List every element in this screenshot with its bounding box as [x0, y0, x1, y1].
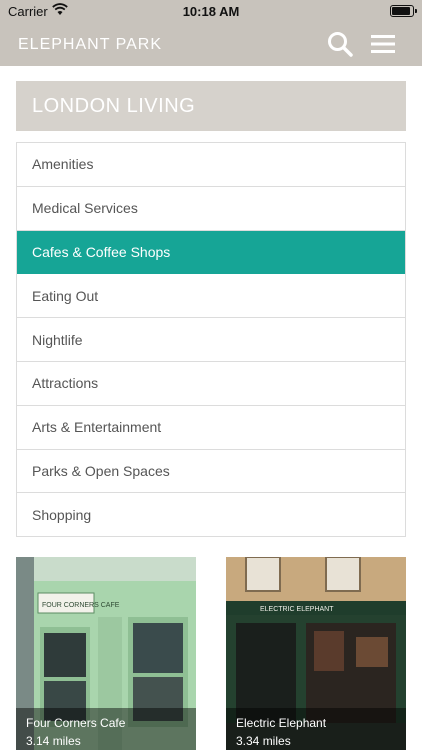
category-eating-out[interactable]: Eating Out: [17, 274, 405, 319]
hamburger-menu-icon: [371, 35, 395, 53]
place-card[interactable]: ELECTRIC ELEPHANT Electric Elephant 3.34…: [226, 557, 406, 750]
place-caption: Four Corners Cafe 3.14 miles: [16, 708, 196, 750]
cafe-sign-text: FOUR CORNERS CAFE: [42, 602, 120, 609]
place-distance: 3.14 miles: [26, 734, 81, 748]
search-button[interactable]: [326, 30, 354, 58]
status-bar: Carrier 10:18 AM: [0, 0, 422, 22]
cafe-sign-text: ELECTRIC ELEPHANT: [260, 606, 334, 613]
category-shopping[interactable]: Shopping: [17, 493, 405, 538]
clock: 10:18 AM: [182, 4, 240, 19]
category-attractions[interactable]: Attractions: [17, 361, 405, 406]
nav-bar: ELEPHANT PARK: [0, 22, 422, 66]
place-card[interactable]: FOUR CORNERS CAFE Four Corners Cafe 3.14…: [16, 557, 196, 750]
place-distance: 3.34 miles: [236, 734, 291, 748]
category-list: Amenities Medical Services Cafes & Coffe…: [16, 142, 406, 538]
category-nightlife[interactable]: Nightlife: [17, 318, 405, 362]
category-medical-services[interactable]: Medical Services: [17, 186, 405, 231]
menu-button[interactable]: [368, 32, 398, 56]
battery-icon: [390, 5, 417, 17]
place-cards: FOUR CORNERS CAFE Four Corners Cafe 3.14…: [16, 557, 406, 750]
section-title: LONDON LIVING: [32, 95, 196, 117]
category-amenities[interactable]: Amenities: [17, 143, 405, 187]
brand-logo: ELEPHANT PARK: [18, 36, 163, 53]
category-cafes-coffee-shops[interactable]: Cafes & Coffee Shops: [17, 230, 405, 275]
place-caption: Electric Elephant 3.34 miles: [226, 708, 406, 750]
search-icon: [328, 32, 353, 57]
category-arts-entertainment[interactable]: Arts & Entertainment: [17, 405, 405, 450]
place-name: Electric Elephant: [236, 716, 327, 730]
place-name: Four Corners Cafe: [26, 716, 126, 730]
category-parks-open-spaces[interactable]: Parks & Open Spaces: [17, 449, 405, 494]
section-header: LONDON LIVING: [16, 81, 406, 131]
